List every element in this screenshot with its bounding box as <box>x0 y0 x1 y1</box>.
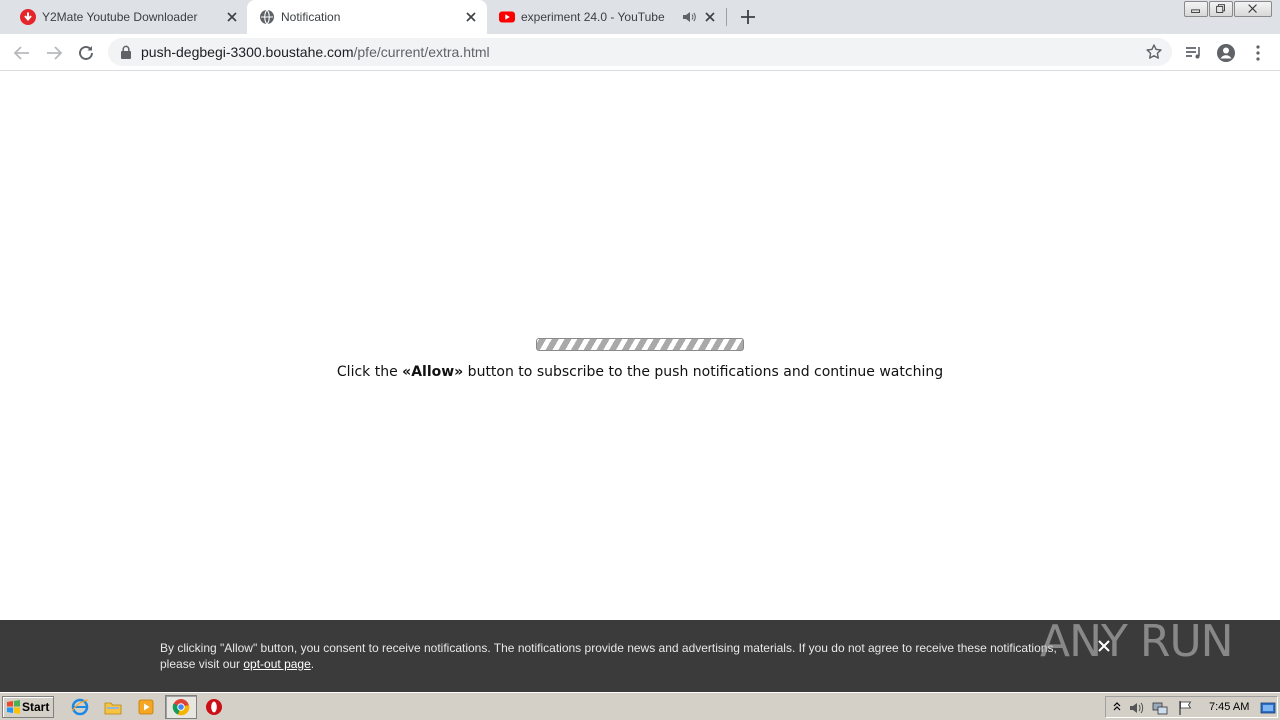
back-arrow-icon[interactable] <box>12 43 32 63</box>
bookmark-star-icon[interactable] <box>1145 43 1163 61</box>
url-host: push-degbegi-3300.boustahe.com <box>141 44 354 60</box>
consent-suffix: . <box>310 657 315 671</box>
window-close-button[interactable] <box>1234 1 1272 17</box>
opera-icon[interactable] <box>205 698 223 716</box>
loading-progress-bar <box>536 338 744 351</box>
start-label: Start <box>22 700 50 714</box>
media-controls-icon[interactable] <box>1184 43 1204 63</box>
close-tab-icon[interactable] <box>463 9 479 25</box>
window-close-icon <box>1248 4 1257 13</box>
tab-y2mate[interactable]: Y2Mate Youtube Downloader <box>8 0 246 34</box>
action-center-flag-icon[interactable] <box>1177 700 1193 716</box>
more-menu-icon[interactable] <box>1248 43 1268 63</box>
tab-youtube[interactable]: experiment 24.0 - YouTube <box>487 0 725 34</box>
tab-title: Y2Mate Youtube Downloader <box>42 10 198 24</box>
tab-separator <box>726 8 727 26</box>
new-tab-icon[interactable] <box>739 8 757 26</box>
media-player-icon[interactable] <box>137 698 155 716</box>
restore-button[interactable] <box>1209 1 1233 17</box>
file-explorer-icon[interactable] <box>104 698 122 716</box>
consent-text: By clicking "Allow" button, you consent … <box>160 640 1090 672</box>
message-text: Click the <box>336 364 403 380</box>
close-tab-icon[interactable] <box>702 9 718 25</box>
profile-avatar-icon[interactable] <box>1216 43 1236 63</box>
url-text: push-degbegi-3300.boustahe.com/pfe/curre… <box>141 44 490 60</box>
start-button[interactable]: Start <box>2 696 54 718</box>
close-tab-icon[interactable] <box>224 9 240 25</box>
message-allow-keyword: «Allow» <box>402 364 464 380</box>
tray-expand-icon[interactable] <box>1112 700 1122 714</box>
address-bar[interactable]: push-degbegi-3300.boustahe.com/pfe/curre… <box>108 38 1172 66</box>
lock-icon[interactable] <box>120 45 132 59</box>
message-text: button to subscribe to the push notifica… <box>463 364 944 380</box>
windows-taskbar: Start 7:45 AM <box>0 692 1280 720</box>
page-content: Click the «Allow» button to subscribe to… <box>0 72 1280 620</box>
speaker-icon[interactable] <box>681 9 697 25</box>
tab-title: experiment 24.0 - YouTube <box>521 10 665 24</box>
browser-toolbar: push-degbegi-3300.boustahe.com/pfe/curre… <box>0 34 1280 71</box>
tab-title: Notification <box>281 10 341 24</box>
reload-icon[interactable] <box>76 43 96 63</box>
minimize-button[interactable] <box>1184 1 1208 17</box>
volume-icon[interactable] <box>1128 700 1144 716</box>
network-icon[interactable] <box>1152 700 1168 716</box>
url-path: /pfe/current/extra.html <box>353 44 490 60</box>
taskbar-chrome-button[interactable] <box>165 695 197 719</box>
tab-strip: Y2Mate Youtube Downloader Notification e… <box>0 0 1280 34</box>
taskbar-clock[interactable]: 7:45 AM <box>1209 701 1249 713</box>
y2mate-favicon-icon <box>20 9 36 25</box>
restore-icon <box>1216 4 1225 13</box>
tab-notification[interactable]: Notification <box>247 0 487 34</box>
internet-explorer-icon[interactable] <box>71 698 89 716</box>
minimize-icon <box>1191 9 1200 13</box>
show-desktop-icon[interactable] <box>1260 700 1276 716</box>
opt-out-link[interactable]: opt-out page <box>243 657 310 671</box>
windows-logo-icon <box>7 700 20 714</box>
globe-icon <box>260 9 274 25</box>
chrome-icon <box>172 699 190 716</box>
anyrun-watermark: ANY RUN <box>1040 606 1240 676</box>
system-tray <box>1105 696 1278 718</box>
youtube-icon <box>499 11 515 23</box>
watermark-logo-text: ANY RUN <box>1040 616 1234 667</box>
subscribe-message: Click the «Allow» button to subscribe to… <box>0 362 1280 382</box>
forward-arrow-icon[interactable] <box>44 43 64 63</box>
